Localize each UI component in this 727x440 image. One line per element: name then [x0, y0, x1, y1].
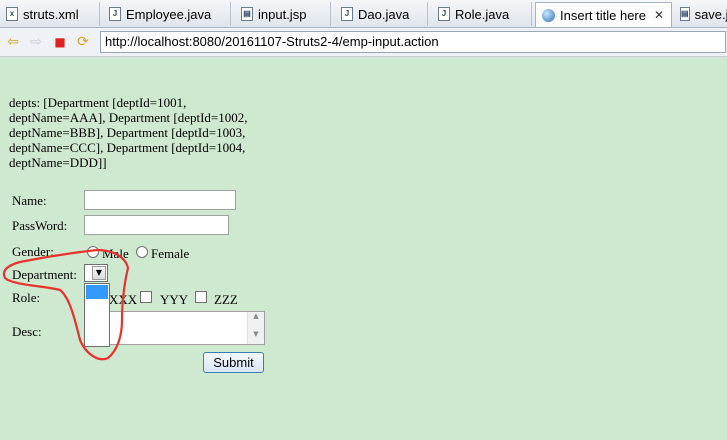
globe-icon — [542, 8, 555, 22]
gender-male-label: Male — [102, 246, 129, 261]
browser-toolbar: ⇦ ⇨ ■ ⟳ http://localhost:8080/20161107-S… — [0, 28, 727, 57]
password-label: PassWord: — [12, 218, 68, 233]
textarea-scrollbar[interactable]: ▲ ▼ — [247, 312, 264, 344]
tab-label: Role.java — [455, 6, 510, 22]
role-yyy-label: YYY — [160, 292, 189, 307]
department-label: Department: — [12, 267, 77, 282]
role-yyy-checkbox[interactable] — [140, 291, 152, 303]
jsp-file-icon: ▤ — [680, 7, 690, 21]
scroll-down-icon[interactable]: ▼ — [248, 330, 264, 338]
gender-label: Gender: — [12, 244, 54, 259]
stop-icon[interactable]: ■ — [51, 33, 69, 51]
java-file-icon: J — [438, 7, 450, 21]
dropdown-selected-option[interactable] — [86, 285, 108, 299]
jsp-file-icon: ▤ — [241, 7, 253, 21]
tab-dao-java[interactable]: J Dao.java — [335, 2, 428, 26]
password-input[interactable] — [84, 215, 229, 235]
java-file-icon: J — [341, 7, 353, 21]
tab-label: Employee.java — [126, 6, 212, 22]
java-file-icon: J — [109, 7, 121, 21]
department-dropdown-list[interactable] — [84, 283, 110, 347]
tab-struts-xml[interactable]: x struts.xml — [0, 2, 100, 26]
gender-male-radio[interactable] — [87, 246, 99, 258]
gender-female-label: Female — [151, 246, 190, 261]
scroll-up-icon[interactable]: ▲ — [248, 312, 264, 320]
tab-save-jsp[interactable]: ▤ save.j — [674, 2, 727, 26]
xml-file-icon: x — [6, 7, 18, 21]
role-zzz-label: ZZZ — [214, 292, 238, 307]
role-zzz-checkbox[interactable] — [195, 291, 207, 303]
name-input[interactable] — [84, 190, 236, 210]
tab-employee-java[interactable]: J Employee.java — [103, 2, 231, 26]
forward-arrow-icon[interactable]: ⇨ — [27, 33, 45, 51]
tab-label: struts.xml — [23, 6, 79, 22]
tab-label: save.j — [694, 6, 727, 22]
tab-label: input.jsp — [258, 6, 307, 22]
tab-label: Dao.java — [358, 6, 410, 22]
chevron-down-icon[interactable]: ▼ — [92, 266, 106, 280]
submit-button[interactable]: Submit — [203, 352, 264, 373]
tab-insert-title-here[interactable]: Insert title here ✕ — [535, 2, 672, 27]
gender-female-radio[interactable] — [136, 246, 148, 258]
back-arrow-icon[interactable]: ⇦ — [4, 33, 22, 51]
depts-text: depts: [Department [deptId=1001, deptNam… — [9, 95, 248, 170]
role-label: Role: — [12, 290, 41, 305]
tab-role-java[interactable]: J Role.java — [432, 2, 532, 26]
name-label: Name: — [12, 193, 47, 208]
department-select[interactable]: ▼ — [84, 264, 108, 282]
tab-label: Insert title here — [560, 7, 646, 23]
refresh-icon[interactable]: ⟳ — [74, 33, 92, 51]
tab-bar: x struts.xml J Employee.java ▤ input.jsp… — [0, 0, 727, 28]
role-xxx-label: XXX — [109, 292, 138, 307]
tab-input-jsp[interactable]: ▤ input.jsp — [235, 2, 331, 26]
close-icon[interactable]: ✕ — [654, 8, 664, 22]
desc-label: Desc: — [12, 324, 42, 339]
page-content: depts: [Department [deptId=1001, deptNam… — [0, 57, 727, 440]
desc-textarea[interactable]: ▲ ▼ — [84, 311, 265, 345]
url-input[interactable]: http://localhost:8080/20161107-Struts2-4… — [100, 31, 726, 53]
